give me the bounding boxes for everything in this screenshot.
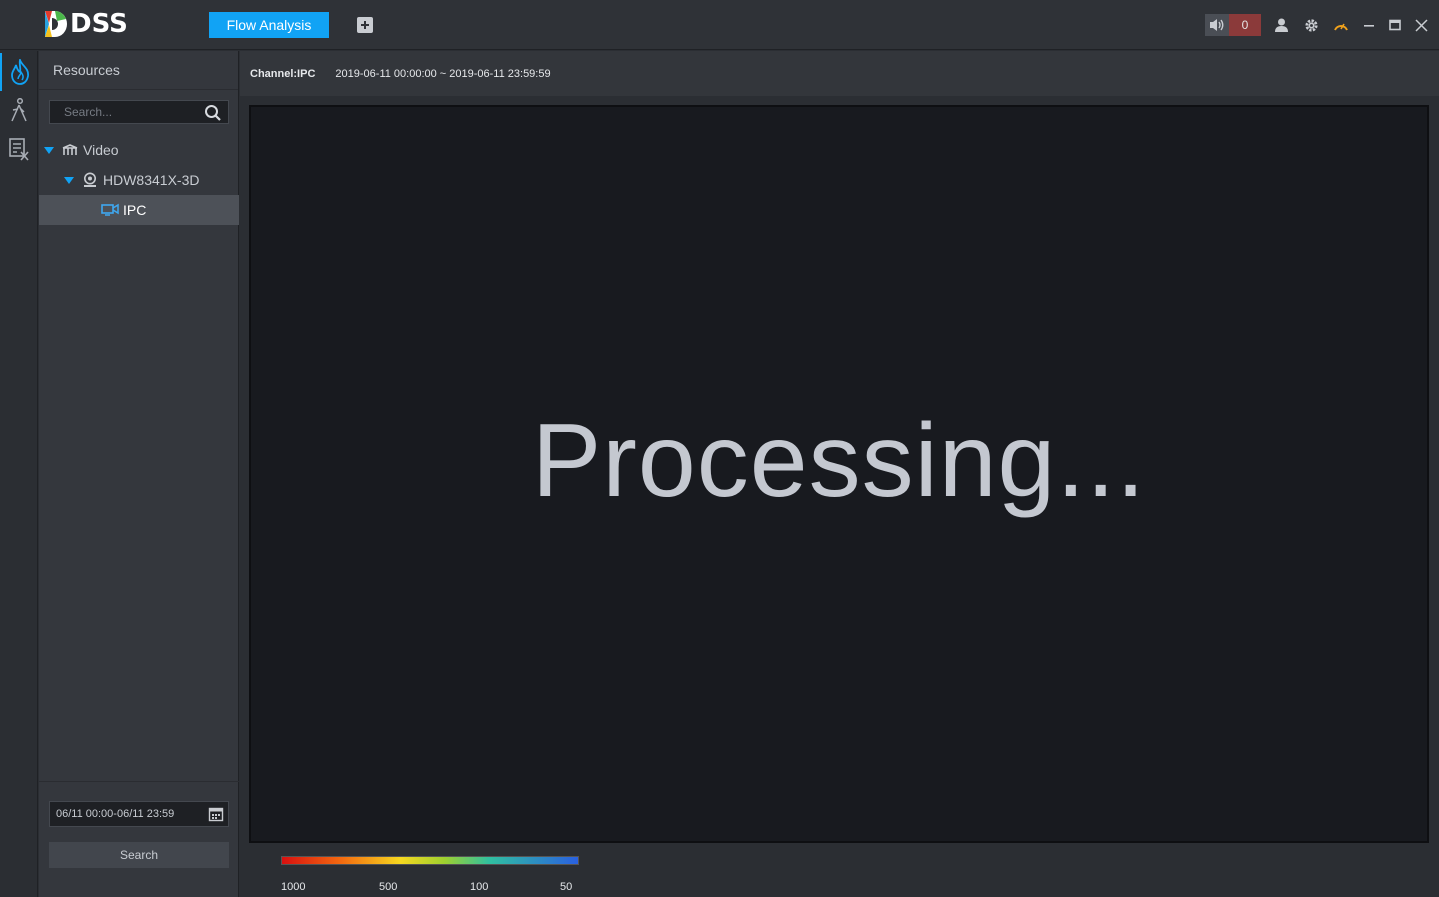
heat-map-module-icon[interactable] [0, 53, 38, 91]
legend-label-1000: 1000 [281, 881, 306, 893]
people-counting-module-icon[interactable] [0, 91, 38, 129]
calendar-icon[interactable] [208, 806, 224, 822]
alarm-count-badge: 0 [1229, 14, 1261, 36]
title-bar: DSS Flow Analysis 0 [0, 0, 1439, 50]
report-module-icon[interactable] [0, 130, 38, 168]
date-range-value: 06/11 00:00-06/11 23:59 [56, 808, 175, 820]
expand-caret-icon[interactable] [64, 176, 74, 184]
module-rail [0, 51, 38, 897]
dss-logo-icon [42, 9, 68, 39]
search-button[interactable]: Search [49, 842, 229, 868]
search-icon[interactable] [204, 104, 222, 122]
resources-title: Resources [39, 51, 238, 90]
app-name: DSS [70, 9, 128, 39]
date-range-field[interactable]: 06/11 00:00-06/11 23:59 [49, 801, 229, 827]
main-area: Channel:IPC 2019-06-11 00:00:00 ~ 2019-0… [240, 51, 1439, 897]
speaker-icon[interactable] [1205, 14, 1229, 36]
tree-node-ipc[interactable]: IPC [39, 195, 239, 225]
app-logo: DSS [42, 9, 128, 39]
tree-label-ipc: IPC [123, 202, 147, 218]
close-icon[interactable] [1412, 16, 1430, 34]
time-range-label: 2019-06-11 00:00:00 ~ 2019-06-11 23:59:5… [335, 67, 551, 80]
device-icon [81, 172, 99, 188]
alarm-indicator[interactable]: 0 [1205, 14, 1261, 36]
gear-icon[interactable] [1302, 16, 1320, 34]
tree-node-device[interactable]: HDW8341X-3D [39, 165, 239, 195]
video-group-icon [61, 142, 79, 158]
tree-node-video[interactable]: Video [39, 135, 239, 165]
query-panel: 06/11 00:00-06/11 23:59 Search [39, 781, 239, 897]
user-icon[interactable] [1272, 16, 1290, 34]
tree-label-device: HDW8341X-3D [103, 172, 200, 188]
processing-status-text: Processing... [531, 403, 1147, 519]
legend-label-50: 50 [560, 881, 573, 893]
legend-label-500: 500 [379, 881, 398, 893]
add-tab-icon[interactable] [357, 17, 373, 33]
minimize-icon[interactable] [1360, 16, 1378, 34]
tree-label-video: Video [83, 142, 119, 158]
resource-search-box[interactable] [49, 100, 229, 124]
heat-legend-gradient [281, 856, 579, 865]
resource-search-input[interactable] [50, 101, 200, 123]
channel-label: Channel:IPC [250, 67, 316, 80]
heat-map-viewer[interactable]: Processing... [249, 105, 1429, 843]
resources-panel: Resources Video HDW8341X-3D IPC 06/11 00… [39, 51, 239, 897]
ipc-camera-icon [101, 202, 119, 218]
channel-info-bar: Channel:IPC 2019-06-11 00:00:00 ~ 2019-0… [240, 51, 1439, 96]
performance-gauge-icon[interactable] [1332, 16, 1350, 34]
tab-flow-analysis[interactable]: Flow Analysis [209, 12, 329, 38]
expand-caret-icon[interactable] [44, 146, 54, 154]
legend-label-100: 100 [470, 881, 489, 893]
maximize-icon[interactable] [1386, 16, 1404, 34]
